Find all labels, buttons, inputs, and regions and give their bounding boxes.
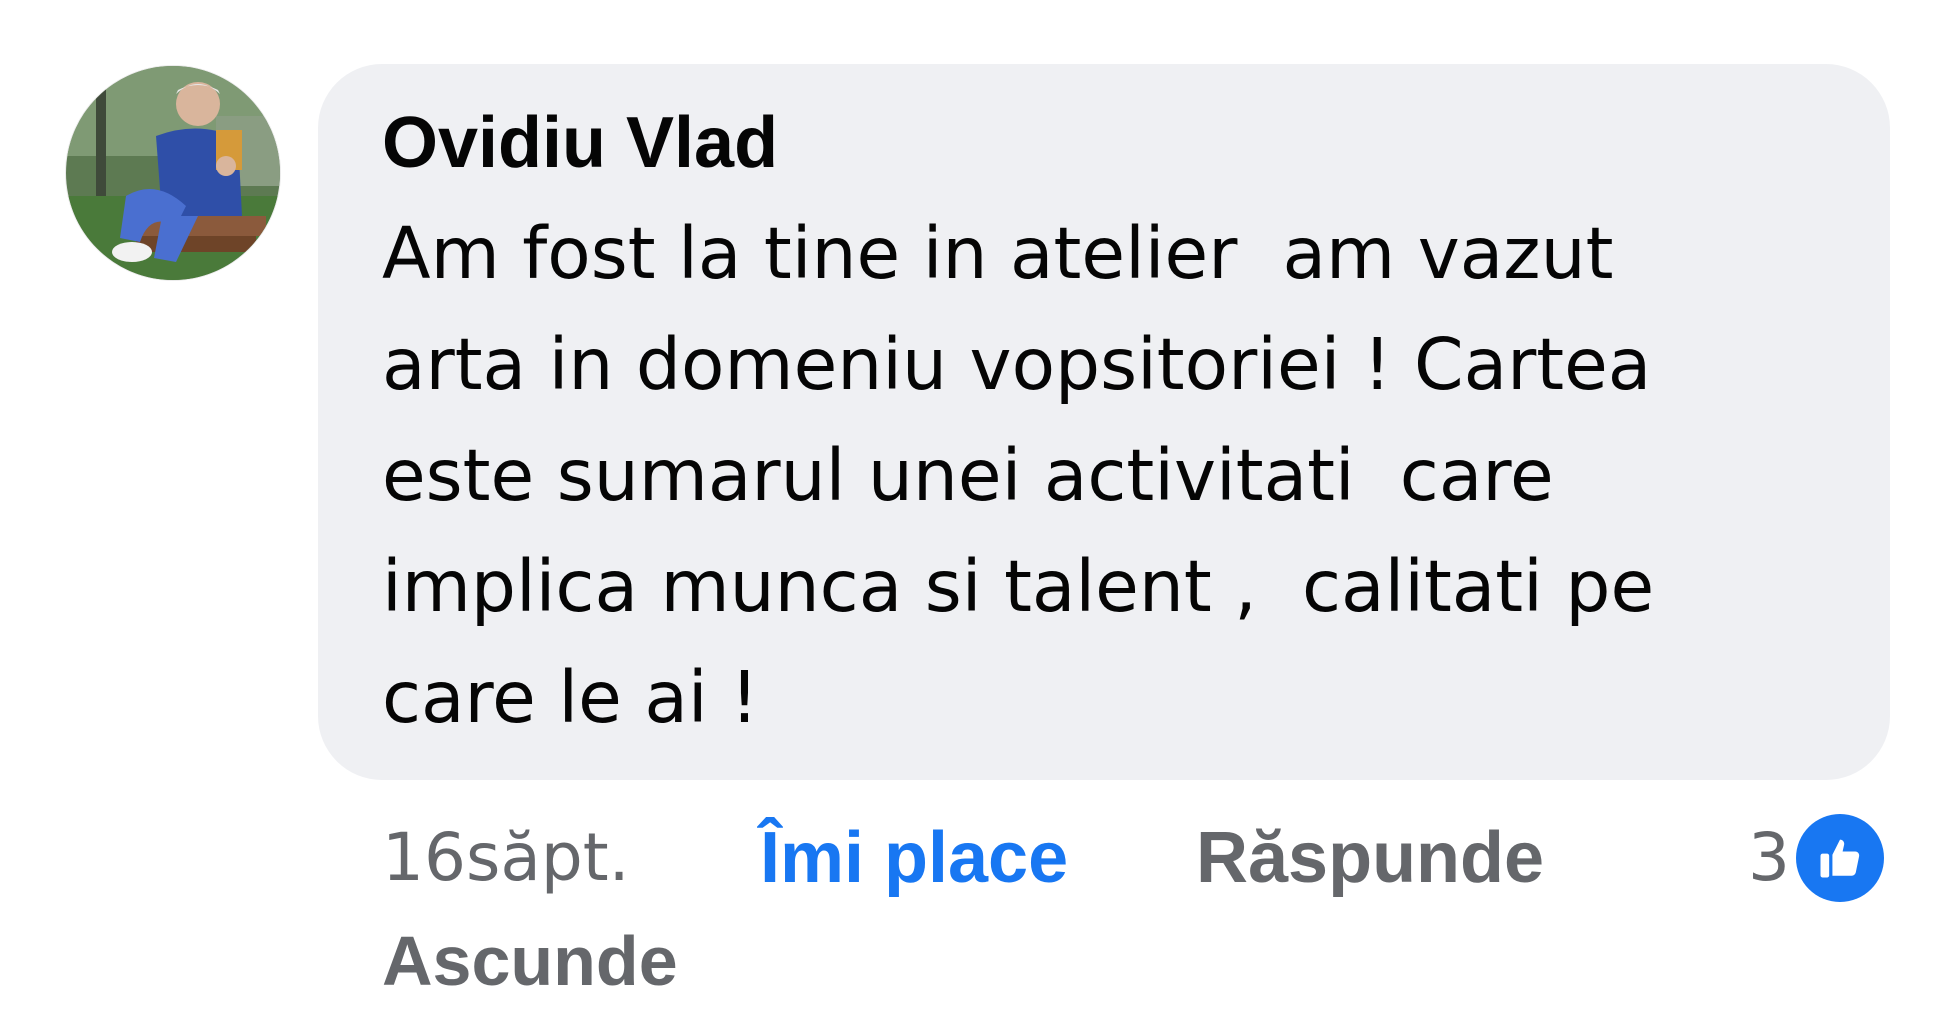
thumbs-up-icon bbox=[1796, 814, 1884, 902]
reaction-count: 3 bbox=[1748, 819, 1790, 896]
author-avatar[interactable] bbox=[66, 66, 280, 280]
avatar-photo bbox=[66, 66, 280, 280]
hide-button[interactable]: Ascunde bbox=[382, 916, 678, 1006]
like-button[interactable]: Îmi place bbox=[760, 808, 1068, 908]
comment-actions: 16săpt. Îmi place Răspunde 3 bbox=[0, 808, 1940, 918]
reply-button[interactable]: Răspunde bbox=[1196, 808, 1544, 908]
reaction-summary[interactable]: 3 bbox=[1748, 814, 1884, 902]
comment-timestamp[interactable]: 16săpt. bbox=[382, 808, 630, 908]
comment-text: Am fost la tine in atelier am vazut arta… bbox=[382, 212, 1655, 739]
comment-author-name[interactable]: Ovidiu Vlad bbox=[382, 102, 778, 184]
